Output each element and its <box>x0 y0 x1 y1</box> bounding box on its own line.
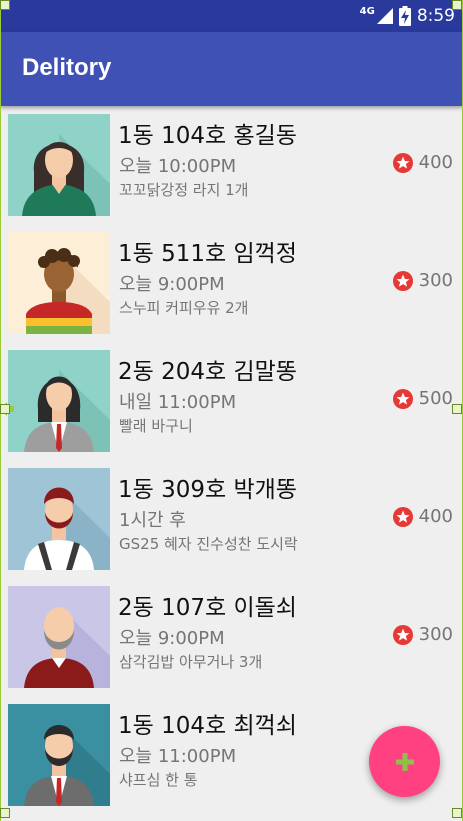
avatar <box>8 350 110 452</box>
order-address: 2동 204호 김말똥 <box>118 359 297 385</box>
order-row[interactable]: 2동 107호 이돌쇠 오늘 9:00PM 삼각김밥 아무거나 3개 300 <box>0 578 463 696</box>
avatar <box>8 586 110 688</box>
avatar <box>8 468 110 570</box>
star-icon <box>392 152 413 173</box>
plus-icon <box>395 752 414 771</box>
points-value: 400 <box>418 506 453 527</box>
man-avatar-icon <box>8 704 110 806</box>
resize-handle[interactable] <box>452 808 462 818</box>
star-icon <box>392 270 413 291</box>
order-address: 1동 309호 박개똥 <box>118 477 297 503</box>
network-type: 4G <box>359 5 375 17</box>
order-row[interactable]: 1동 511호 임꺽정 오늘 9:00PM 스누피 커피우유 2개 300 <box>0 224 463 342</box>
resize-handle[interactable] <box>0 404 10 414</box>
order-item: 꼬꼬닭강정 라지 1개 <box>119 181 249 199</box>
points-badge: 400 <box>392 506 453 527</box>
status-bar: 4G 8:59 <box>0 0 463 32</box>
order-item: 샤프심 한 통 <box>119 771 198 789</box>
bald-man-avatar-icon <box>8 586 110 688</box>
order-address: 2동 107호 이돌쇠 <box>118 595 297 621</box>
order-item: 스누피 커피우유 2개 <box>119 299 249 317</box>
battery-icon <box>398 6 411 26</box>
order-time: 오늘 11:00PM <box>119 746 237 767</box>
avatar <box>8 232 110 334</box>
add-order-button[interactable] <box>369 726 440 797</box>
man-avatar-icon <box>8 468 110 570</box>
app-title: Delitory <box>22 54 112 81</box>
resize-handle[interactable] <box>452 404 462 414</box>
order-time: 1시간 후 <box>119 510 186 531</box>
points-badge: 500 <box>392 388 453 409</box>
woman-avatar-icon <box>8 350 110 452</box>
order-time: 오늘 9:00PM <box>119 628 225 649</box>
order-item: GS25 혜자 진수성찬 도시락 <box>119 535 298 553</box>
order-time: 오늘 10:00PM <box>119 156 237 177</box>
order-row[interactable]: 1동 309호 박개똥 1시간 후 GS25 혜자 진수성찬 도시락 400 <box>0 460 463 578</box>
points-value: 500 <box>418 388 453 409</box>
resize-handle[interactable] <box>452 0 462 10</box>
order-address: 1동 104호 최꺽쇠 <box>118 713 297 739</box>
points-badge: 300 <box>392 624 453 645</box>
order-time: 오늘 9:00PM <box>119 274 225 295</box>
points-badge: 300 <box>392 270 453 291</box>
resize-handle[interactable] <box>0 808 10 818</box>
avatar <box>8 114 110 216</box>
app-bar: Delitory <box>0 32 463 106</box>
order-row[interactable]: 2동 204호 김말똥 내일 11:00PM 빨래 바구니 500 <box>0 342 463 460</box>
points-value: 300 <box>418 624 453 645</box>
points-badge: 400 <box>392 152 453 173</box>
man-avatar-icon <box>8 232 110 334</box>
woman-avatar-icon <box>8 114 110 216</box>
order-item: 빨래 바구니 <box>119 417 193 435</box>
points-value: 300 <box>418 270 453 291</box>
order-item: 삼각김밥 아무거나 3개 <box>119 653 263 671</box>
resize-handle[interactable] <box>0 0 10 10</box>
order-address: 1동 511호 임꺽정 <box>118 241 297 267</box>
avatar <box>8 704 110 806</box>
star-icon <box>392 506 413 527</box>
star-icon <box>392 624 413 645</box>
signal-icon <box>376 8 393 24</box>
order-time: 내일 11:00PM <box>119 392 237 413</box>
points-value: 400 <box>418 152 453 173</box>
order-row[interactable]: 1동 104호 홍길동 오늘 10:00PM 꼬꼬닭강정 라지 1개 400 <box>0 106 463 224</box>
star-icon <box>392 388 413 409</box>
clock: 8:59 <box>416 6 455 26</box>
order-address: 1동 104호 홍길동 <box>118 123 297 149</box>
